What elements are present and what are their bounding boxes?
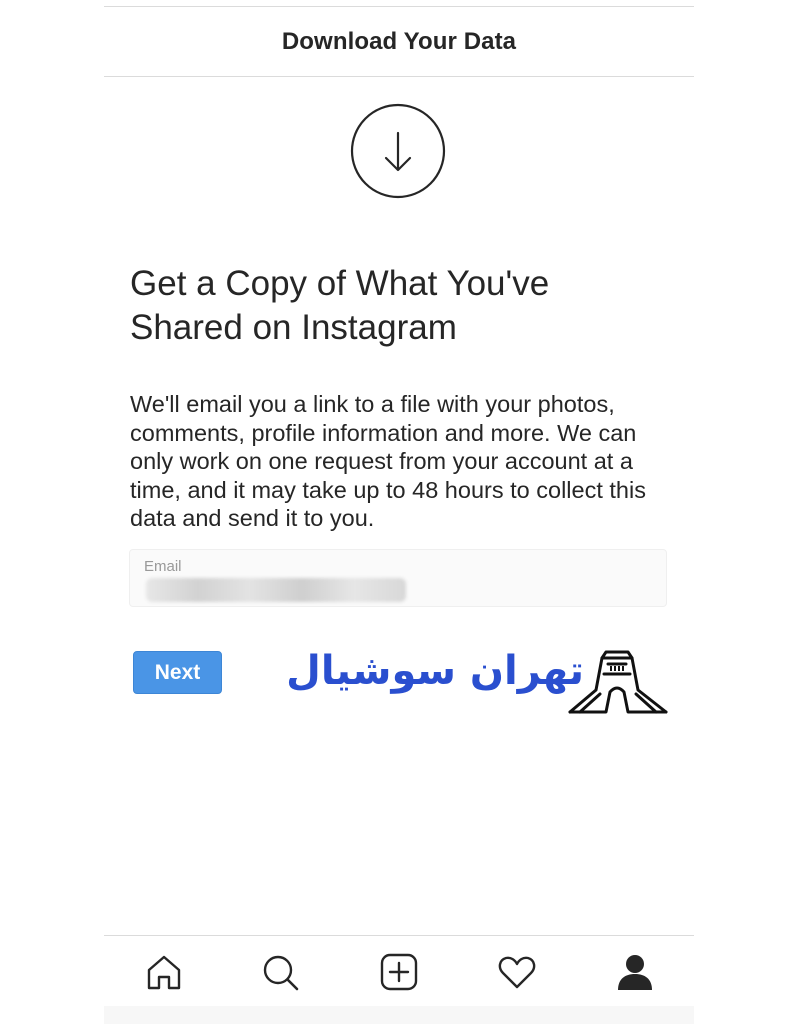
download-icon (350, 103, 446, 199)
search-icon[interactable] (260, 952, 300, 992)
heart-icon[interactable] (497, 952, 537, 992)
email-value-redacted[interactable] (146, 578, 406, 602)
bottom-safe-area (104, 1006, 694, 1024)
next-button[interactable]: Next (133, 651, 222, 694)
email-field[interactable]: Email (129, 549, 667, 607)
description-text: We'll email you a link to a file with yo… (130, 391, 646, 531)
email-label: Email (144, 558, 182, 575)
watermark-text: تهران سوشیال (286, 648, 584, 694)
header-bar: Download Your Data (104, 7, 694, 77)
app-screen: Download Your Data Get a Copy of What Yo… (104, 0, 694, 1024)
headline: Get a Copy of What You've Shared on Inst… (130, 264, 550, 347)
azadi-tower-logo (568, 650, 668, 714)
home-icon[interactable] (144, 952, 184, 992)
page-title: Download Your Data (281, 27, 517, 55)
bottom-tab-bar (104, 935, 694, 1007)
add-post-icon[interactable] (379, 952, 419, 992)
profile-icon[interactable] (615, 952, 655, 992)
